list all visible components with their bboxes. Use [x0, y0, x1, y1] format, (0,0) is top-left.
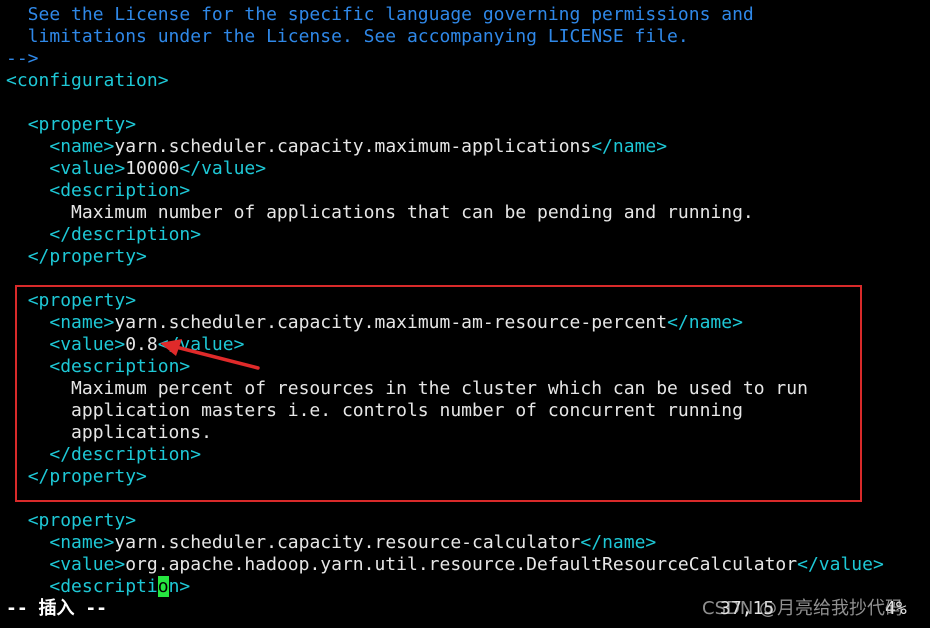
editor-text-segment	[6, 158, 49, 179]
editor-text-segment: <description>	[49, 180, 191, 201]
editor-text-segment: yarn.scheduler.capacity.resource-calcula…	[114, 532, 581, 553]
editor-text-segment	[6, 532, 49, 553]
editor-text-segment: <configuration>	[6, 70, 169, 91]
editor-text-segment: </description>	[49, 224, 202, 245]
editor-line[interactable]: </property>	[6, 246, 147, 268]
editor-mode-indicator: -- 插入 --	[6, 598, 108, 619]
editor-text-segment: <name>	[49, 136, 115, 157]
editor-text-segment: <descripti	[49, 576, 158, 597]
editor-text-segment: limitations under the License. See accom…	[6, 26, 689, 47]
editor-text-segment: 10000	[125, 158, 180, 179]
editor-line[interactable]: <name>yarn.scheduler.capacity.maximum-ap…	[6, 136, 667, 158]
editor-line[interactable]: -->	[6, 48, 39, 70]
editor-text-segment: <value>	[49, 554, 126, 575]
editor-text-segment: </value>	[797, 554, 884, 575]
editor-text-segment: org.apache.hadoop.yarn.util.resource.Def…	[125, 554, 798, 575]
editor-text-segment: Maximum number of applications that can …	[6, 202, 754, 223]
editor-line[interactable]: <description>	[6, 576, 190, 598]
editor-text-segment: </property>	[27, 246, 147, 267]
editor-text-segment: <name>	[49, 532, 115, 553]
text-cursor: o	[157, 576, 169, 597]
annotation-highlight-box	[15, 285, 862, 502]
editor-text-segment: -->	[6, 48, 39, 69]
editor-line[interactable]: <configuration>	[6, 70, 169, 92]
editor-text-segment: yarn.scheduler.capacity.maximum-applicat…	[114, 136, 592, 157]
editor-text-segment	[6, 246, 28, 267]
editor-line[interactable]: </description>	[6, 224, 201, 246]
editor-line[interactable]: <property>	[6, 510, 136, 532]
editor-line[interactable]: <value>10000</value>	[6, 158, 266, 180]
editor-text-segment: n>	[168, 576, 191, 597]
editor-line[interactable]: <property>	[6, 114, 136, 136]
editor-text-segment	[6, 554, 49, 575]
editor-line[interactable]: <name>yarn.scheduler.capacity.resource-c…	[6, 532, 656, 554]
editor-line[interactable]: <description>	[6, 180, 190, 202]
editor-text-segment	[6, 224, 49, 245]
editor-text-segment	[6, 136, 49, 157]
editor-text-segment	[6, 576, 49, 597]
editor-text-segment	[6, 510, 28, 531]
annotation-arrow-icon	[160, 339, 260, 370]
editor-text-segment: <value>	[49, 158, 126, 179]
editor-text-segment: See the License for the specific languag…	[6, 4, 754, 25]
editor-line[interactable]: See the License for the specific languag…	[6, 4, 754, 26]
editor-line[interactable]: limitations under the License. See accom…	[6, 26, 689, 48]
editor-line[interactable]: <value>org.apache.hadoop.yarn.util.resou…	[6, 554, 884, 576]
editor-text-segment	[6, 114, 28, 135]
editor-text-segment: <property>	[27, 510, 137, 531]
editor-line[interactable]: Maximum number of applications that can …	[6, 202, 754, 224]
editor-text-segment: </name>	[580, 532, 657, 553]
editor-text-segment: <property>	[27, 114, 137, 135]
editor-text-segment: </value>	[179, 158, 267, 179]
csdn-watermark: CSDN @月亮给我抄代码	[702, 598, 904, 619]
editor-text-segment: </name>	[591, 136, 668, 157]
editor-text-segment	[6, 180, 49, 201]
